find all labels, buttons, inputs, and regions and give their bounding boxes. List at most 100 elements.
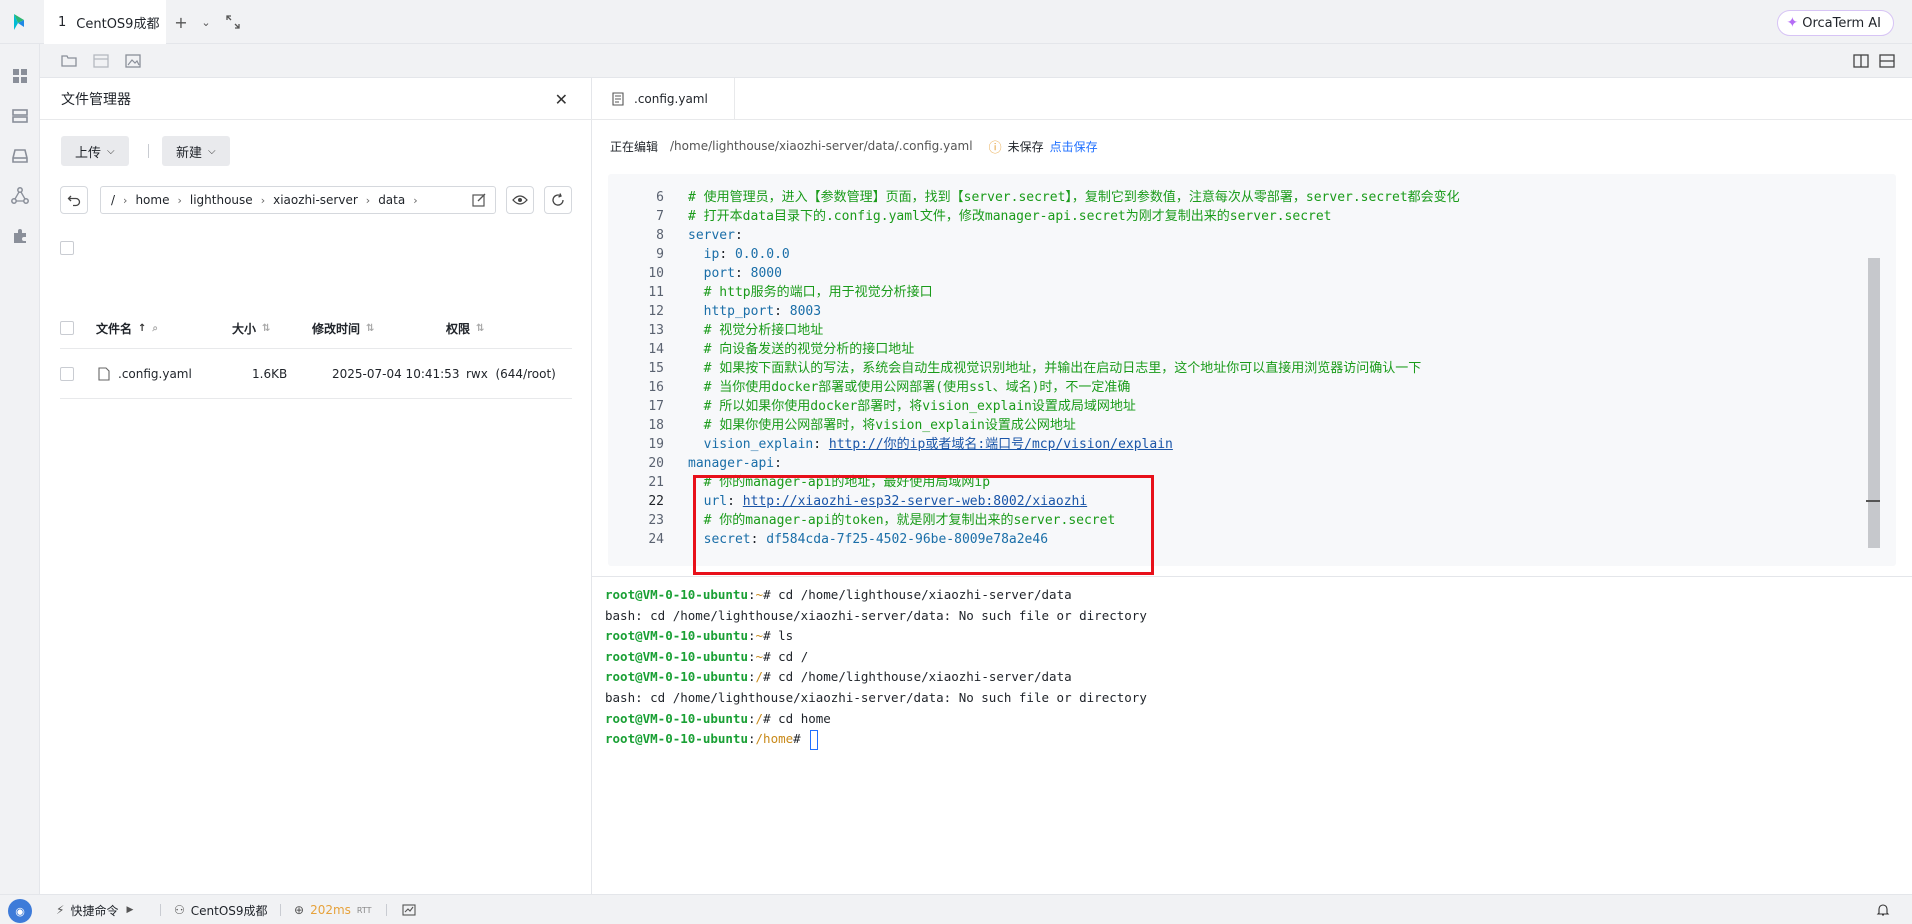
file-icon	[98, 349, 110, 399]
globe-icon: ⊕	[294, 903, 305, 917]
image-icon[interactable]	[124, 52, 142, 70]
dashboard-icon[interactable]	[10, 66, 30, 86]
column-header-name[interactable]: 文件名 ↑ ⌕	[96, 310, 158, 346]
prompt-user: root@VM-0-10-ubuntu	[605, 669, 748, 685]
server-icon[interactable]	[10, 106, 30, 126]
split-vertical-icon[interactable]	[1852, 52, 1870, 70]
sort-up-icon[interactable]: ↑	[138, 323, 146, 334]
breadcrumb-item-xiaozhi-server[interactable]: xiaozhi-server	[273, 193, 358, 207]
yaml-value: 8003	[789, 304, 822, 319]
select-all-checkbox[interactable]	[60, 310, 74, 346]
orcaterm-ai-button[interactable]: ✦ OrcaTerm AI	[1777, 10, 1894, 36]
latency-value: 202ms	[310, 903, 351, 917]
notification-button[interactable]	[1876, 895, 1890, 924]
refresh-button[interactable]	[544, 186, 572, 214]
prompt-user: root@VM-0-10-ubuntu	[605, 648, 748, 664]
chevron-right-icon: ›	[365, 193, 371, 207]
editor-tab-config-yaml[interactable]: .config.yaml	[592, 78, 735, 120]
session-list-icon[interactable]	[92, 52, 110, 70]
prompt-path: ~	[755, 587, 764, 602]
network-icon[interactable]	[10, 186, 30, 206]
terminal-line: root@VM-0-10-ubuntu:~# ls	[605, 626, 793, 646]
file-name[interactable]: .config.yaml	[118, 349, 192, 399]
status-bar: ◉ ⚡ 快捷命令 ▶ ⚇ CentOS9成都 ⊕ 202ms RTT	[0, 894, 1912, 924]
code-line: 6 # 使用管理员，进入【参数管理】页面，找到【server.secret】，复制…	[608, 188, 1878, 207]
breadcrumb-item-root[interactable]: /	[111, 193, 115, 207]
prompt-path: /	[755, 710, 764, 726]
select-all-checkbox[interactable]	[60, 230, 74, 266]
plugin-icon[interactable]	[10, 226, 30, 246]
terminal-line: root@VM-0-10-ubuntu:/# cd home	[605, 709, 831, 729]
yaml-key: ip	[703, 247, 720, 262]
sort-icon[interactable]: ⇅	[366, 323, 374, 334]
server-status-icon: ⚇	[174, 903, 185, 917]
split-horizontal-icon[interactable]	[1878, 52, 1896, 70]
breadcrumb-item-lighthouse[interactable]: lighthouse	[190, 193, 253, 207]
tab-dropdown-icon[interactable]: ⌄	[196, 12, 216, 32]
code-line: 16 # 当你使用docker部署或使用公网部署(使用ssl、域名)时，不一定准…	[608, 378, 1878, 397]
file-manager-title: 文件管理器	[61, 92, 131, 108]
preview-button[interactable]	[506, 186, 534, 214]
line-number: 16	[648, 380, 664, 395]
save-link[interactable]: 点击保存	[1050, 138, 1098, 155]
terminal-line: bash: cd /home/lighthouse/xiaozhi-server…	[605, 606, 1147, 626]
file-manager-icon[interactable]	[60, 52, 78, 70]
sparkle-icon: ✦	[1786, 15, 1799, 31]
server-indicator[interactable]: ⚇ CentOS9成都	[174, 895, 268, 924]
orcaterm-ai-label: OrcaTerm AI	[1802, 15, 1881, 31]
code-line: 7 # 打开本data目录下的.config.yaml文件，修改manager-a…	[608, 207, 1878, 226]
editing-label: 正在编辑	[610, 139, 659, 154]
code-line: 8 server:	[608, 226, 1878, 245]
storage-icon[interactable]	[10, 146, 30, 166]
code-comment: # 所以如果你使用docker部署时，将vision_explain设置成局域网…	[703, 399, 1136, 414]
column-header-size[interactable]: 大小 ⇅	[232, 310, 270, 346]
breadcrumb-item-home[interactable]: home	[135, 193, 169, 207]
quick-commands-button[interactable]: ⚡ 快捷命令 ▶	[56, 895, 139, 924]
terminal[interactable]: root@VM-0-10-ubuntu:~# cd /home/lighthou…	[592, 576, 1912, 894]
yaml-value: 8000	[750, 266, 782, 281]
new-tab-icon[interactable]: +	[171, 12, 191, 32]
code-line: 10 port: 8000	[608, 264, 1878, 283]
breadcrumb-item-data[interactable]: data	[378, 193, 405, 207]
code-line: 19 vision_explain: http://你的ip或者域名:端口号/m…	[608, 435, 1878, 454]
monitor-button[interactable]	[402, 895, 416, 924]
terminal-line: root@VM-0-10-ubuntu:/# cd /home/lighthou…	[605, 667, 1072, 687]
editor-tab-label: .config.yaml	[634, 92, 708, 106]
close-icon[interactable]: ✕	[555, 90, 568, 109]
yaml-url-link[interactable]: http://你的ip或者域名:端口号/mcp/vision/explain	[829, 437, 1173, 452]
chevron-down-icon: ⌵	[208, 145, 216, 157]
table-row[interactable]: .config.yaml 1.6KB 2025-07-04 10:41:53 r…	[60, 349, 572, 399]
divider	[148, 144, 149, 158]
fullscreen-icon[interactable]	[223, 12, 243, 32]
new-button[interactable]: 新建 ⌵	[162, 136, 230, 166]
avatar[interactable]: ◉	[8, 899, 32, 923]
scrollbar-thumb[interactable]	[1868, 258, 1880, 548]
code-text: # 视觉分析接口地址	[688, 321, 824, 340]
back-button[interactable]	[60, 186, 88, 214]
code-text: # 所以如果你使用docker部署时，将vision_explain设置成局域网…	[688, 397, 1136, 416]
search-icon[interactable]: ⌕	[152, 323, 158, 334]
code-line: 12 http_port: 8003	[608, 302, 1878, 321]
upload-button[interactable]: 上传 ⌵	[61, 136, 129, 166]
code-comment: # 如果按下面默认的写法，系统会自动生成视觉识别地址，并输出在启动日志里，这个地…	[703, 361, 1422, 376]
edit-path-icon[interactable]	[471, 192, 487, 208]
line-number: 22	[648, 494, 664, 509]
yaml-key: port	[703, 266, 735, 281]
column-header-permissions[interactable]: 权限 ⇅	[446, 310, 484, 346]
sort-icon[interactable]: ⇅	[476, 323, 484, 334]
breadcrumb[interactable]: / › home › lighthouse › xiaozhi-server ›…	[100, 186, 496, 214]
prompt-user: root@VM-0-10-ubuntu	[605, 587, 748, 602]
divider	[386, 904, 387, 916]
session-tab[interactable]: 1 CentOS9成都	[44, 0, 166, 44]
row-checkbox[interactable]	[60, 349, 74, 399]
terminal-command: cd /home/lighthouse/xiaozhi-server/data	[778, 587, 1072, 602]
file-manager-header: 文件管理器 ✕	[40, 78, 592, 120]
code-text: port: 8000	[688, 264, 782, 283]
sort-icon[interactable]: ⇅	[262, 323, 270, 334]
column-header-modified[interactable]: 修改时间 ⇅	[312, 310, 374, 346]
